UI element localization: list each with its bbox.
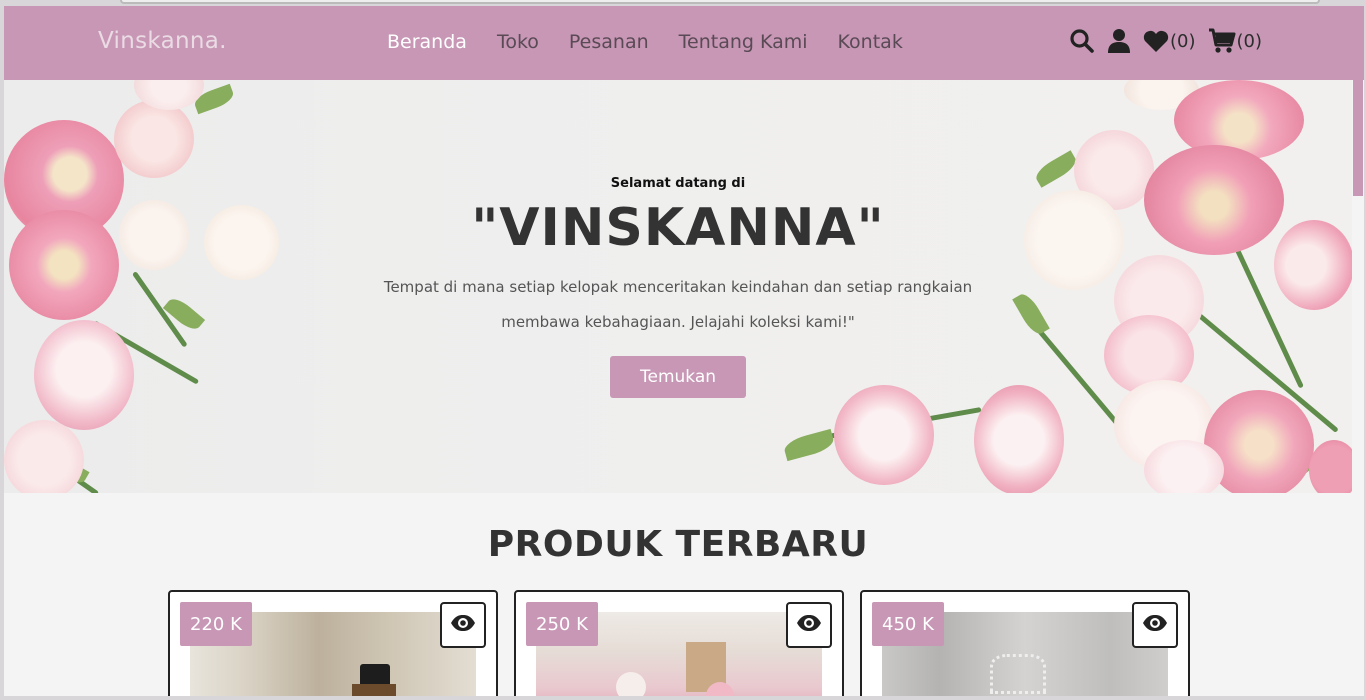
hero-banner: Selamat datang di "VINSKANNA" Tempat di …: [4, 80, 1352, 493]
wishlist-count: (0): [1170, 30, 1196, 52]
nav-beranda[interactable]: Beranda: [387, 31, 467, 53]
eye-icon: [450, 614, 476, 636]
product-card[interactable]: 250 K: [514, 590, 844, 696]
product-list: 220 K 250 K 450 K: [168, 590, 1190, 696]
hero-brand: "VINSKANNA": [471, 198, 885, 258]
hero-description: Tempat di mana setiap kelopak menceritak…: [383, 278, 973, 331]
page: Vinskanna. Beranda Toko Pesanan Tentang …: [4, 6, 1364, 696]
search-icon[interactable]: [1069, 28, 1095, 54]
product-card[interactable]: 450 K: [860, 590, 1190, 696]
view-button[interactable]: [440, 602, 486, 648]
heart-icon: [1143, 29, 1169, 53]
view-button[interactable]: [786, 602, 832, 648]
discover-button[interactable]: Temukan: [610, 356, 746, 398]
hero-welcome: Selamat datang di: [610, 176, 746, 191]
eye-icon: [1142, 614, 1168, 636]
nav-toko[interactable]: Toko: [497, 31, 539, 53]
user-icon[interactable]: [1107, 28, 1131, 54]
main-nav: Beranda Toko Pesanan Tentang Kami Kontak: [387, 31, 933, 53]
section-title: PRODUK TERBARU: [487, 524, 869, 565]
view-button[interactable]: [1132, 602, 1178, 648]
nav-tentang-kami[interactable]: Tentang Kami: [679, 31, 808, 53]
product-price: 220 K: [180, 602, 252, 646]
site-header: Vinskanna. Beranda Toko Pesanan Tentang …: [4, 6, 1364, 80]
site-logo[interactable]: Vinskanna.: [98, 28, 227, 54]
nav-kontak[interactable]: Kontak: [838, 31, 903, 53]
nav-pesanan[interactable]: Pesanan: [569, 31, 649, 53]
browser-edge: [120, 0, 1320, 4]
cart-count: (0): [1236, 30, 1263, 52]
wishlist-button[interactable]: (0): [1143, 29, 1196, 53]
product-price: 450 K: [872, 602, 944, 646]
cart-button[interactable]: (0): [1208, 28, 1263, 54]
eye-icon: [796, 614, 822, 636]
header-actions: (0) (0): [1069, 28, 1262, 54]
product-card[interactable]: 220 K: [168, 590, 498, 696]
scrollbar-thumb[interactable]: [1353, 80, 1363, 196]
cart-icon: [1208, 28, 1236, 54]
product-price: 250 K: [526, 602, 598, 646]
